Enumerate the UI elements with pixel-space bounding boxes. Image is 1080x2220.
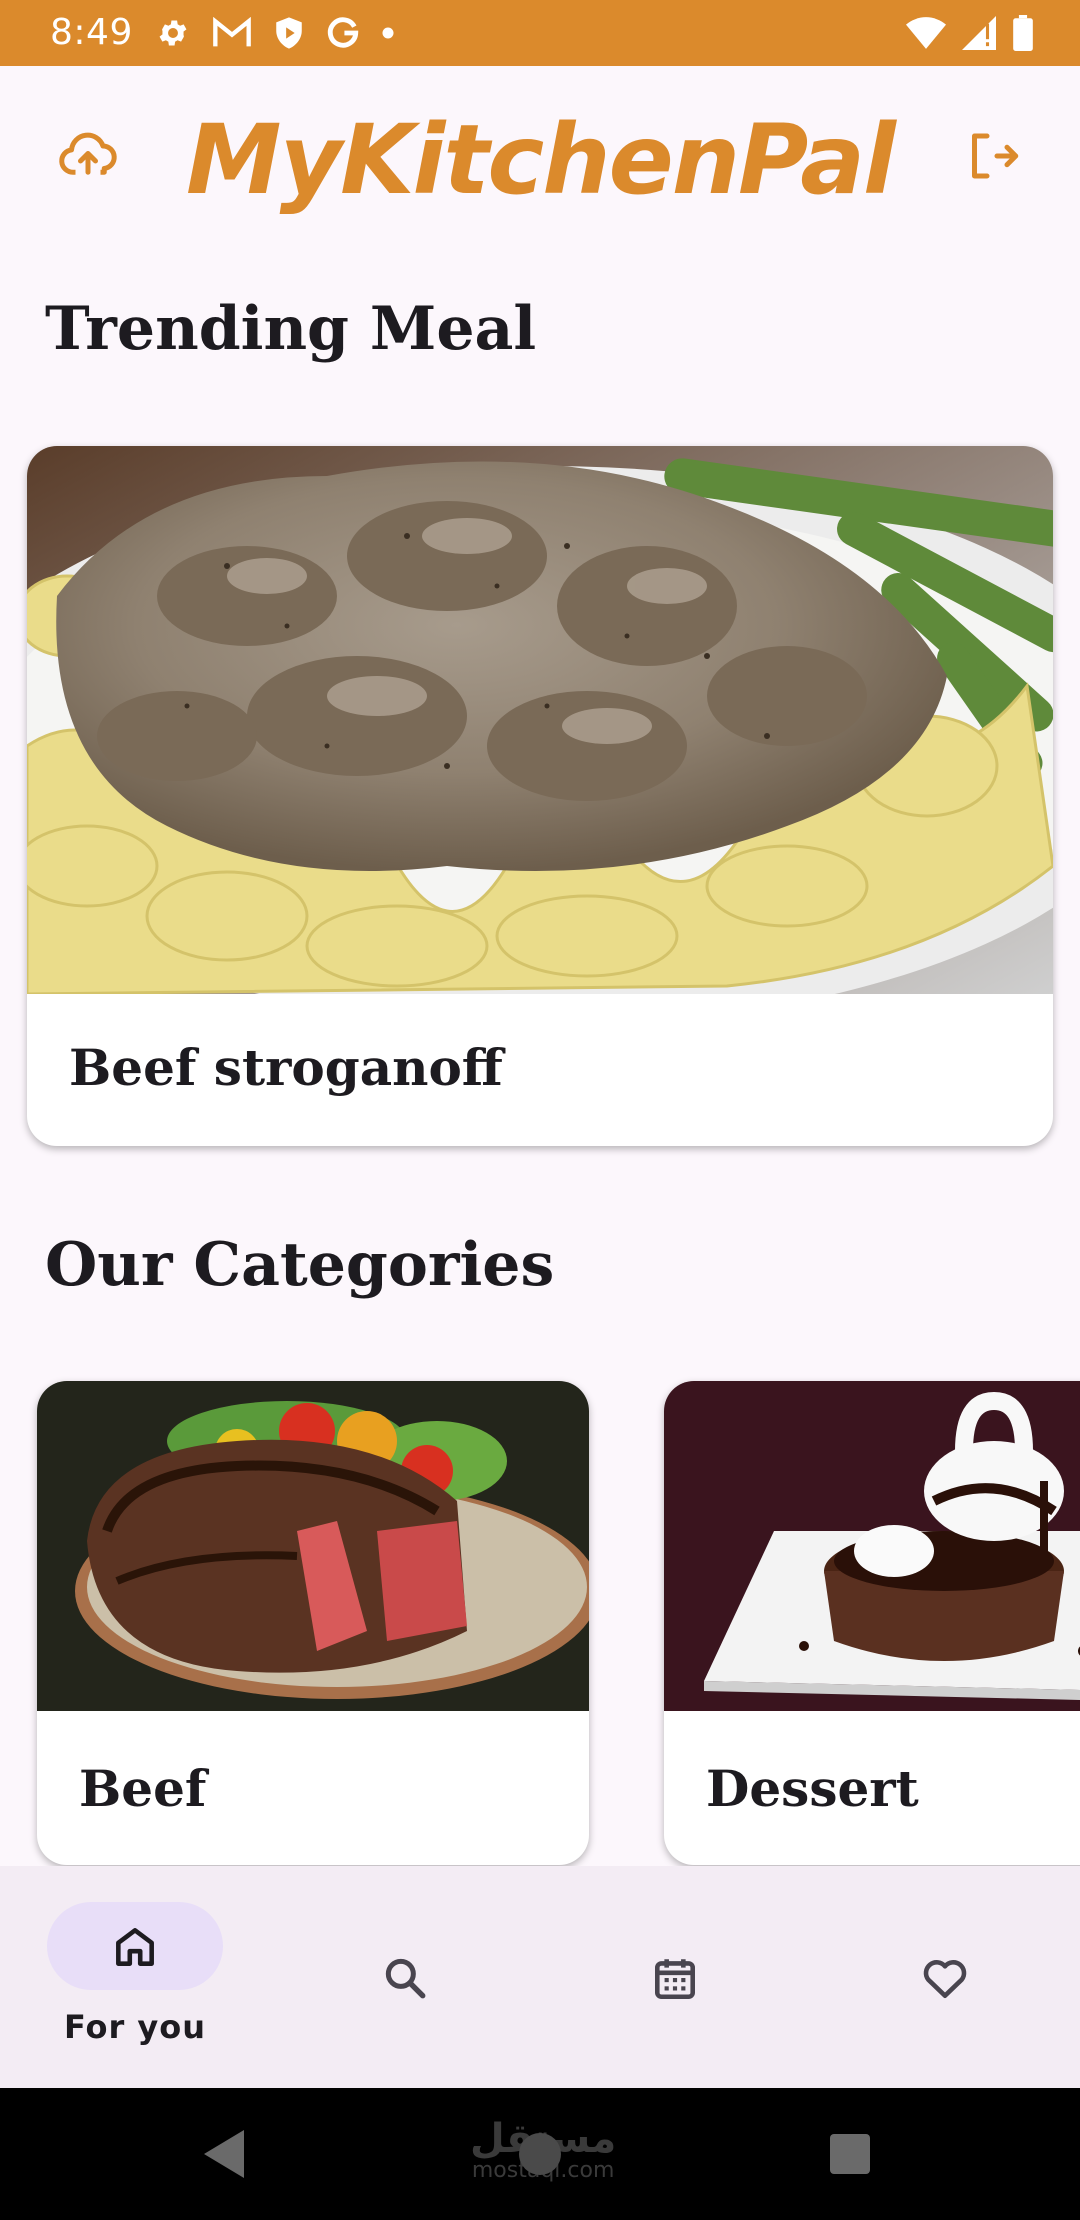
trending-heading: Trending Meal	[45, 294, 537, 364]
settings-icon	[159, 20, 187, 46]
back-icon[interactable]	[200, 2128, 248, 2180]
nav-item-calendar[interactable]	[540, 1866, 810, 2088]
chocolate-dessert-photo	[664, 1381, 1080, 1711]
google-icon	[327, 17, 359, 48]
nav-item-favorites[interactable]	[810, 1866, 1080, 2088]
recents-button[interactable]	[830, 2134, 870, 2174]
home-icon	[116, 1928, 154, 1966]
logout-button[interactable]	[962, 126, 1022, 186]
nav-label-for-you: For you	[63, 2008, 207, 2046]
system-nav-bar: مستقل mostaql.com	[0, 2088, 1080, 2220]
categories-heading: Our Categories	[45, 1230, 555, 1300]
dot-icon	[382, 27, 394, 39]
search-icon	[385, 1958, 426, 1999]
gmail-icon	[213, 17, 251, 47]
app-screen: 8:49 MyKitchenPal Trending Meal Beef str…	[0, 0, 1080, 2220]
calendar-icon	[655, 1959, 695, 2000]
beef-stroganoff-photo	[27, 446, 1053, 994]
heart-icon	[923, 1960, 967, 1998]
nav-item-for-you[interactable]: For you	[0, 1866, 270, 2088]
status-bar: 8:49	[0, 0, 1080, 66]
steak-photo	[37, 1381, 589, 1711]
status-icons-left	[156, 14, 394, 52]
logout-icon	[972, 133, 1019, 179]
shield-icon	[276, 17, 302, 49]
category-card-beef[interactable]: Beef	[37, 1381, 589, 1865]
app-title: MyKitchenPal	[186, 104, 896, 216]
category-label-dessert: Dessert	[706, 1759, 919, 1818]
bottom-nav: For you	[0, 1866, 1080, 2088]
nav-item-search[interactable]	[270, 1866, 540, 2088]
status-icons-right	[906, 14, 1034, 52]
home-button[interactable]	[519, 2133, 561, 2175]
status-time: 8:49	[50, 12, 133, 53]
category-card-dessert[interactable]: Dessert	[664, 1381, 1080, 1865]
app-bar: MyKitchenPal	[0, 66, 1080, 246]
signal-icon	[962, 16, 996, 50]
wifi-icon	[906, 17, 946, 49]
trending-meal-name: Beef stroganoff	[69, 1038, 503, 1097]
category-label-beef: Beef	[79, 1759, 207, 1818]
trending-meal-card[interactable]: Beef stroganoff	[27, 446, 1053, 1146]
battery-icon	[1013, 15, 1033, 51]
